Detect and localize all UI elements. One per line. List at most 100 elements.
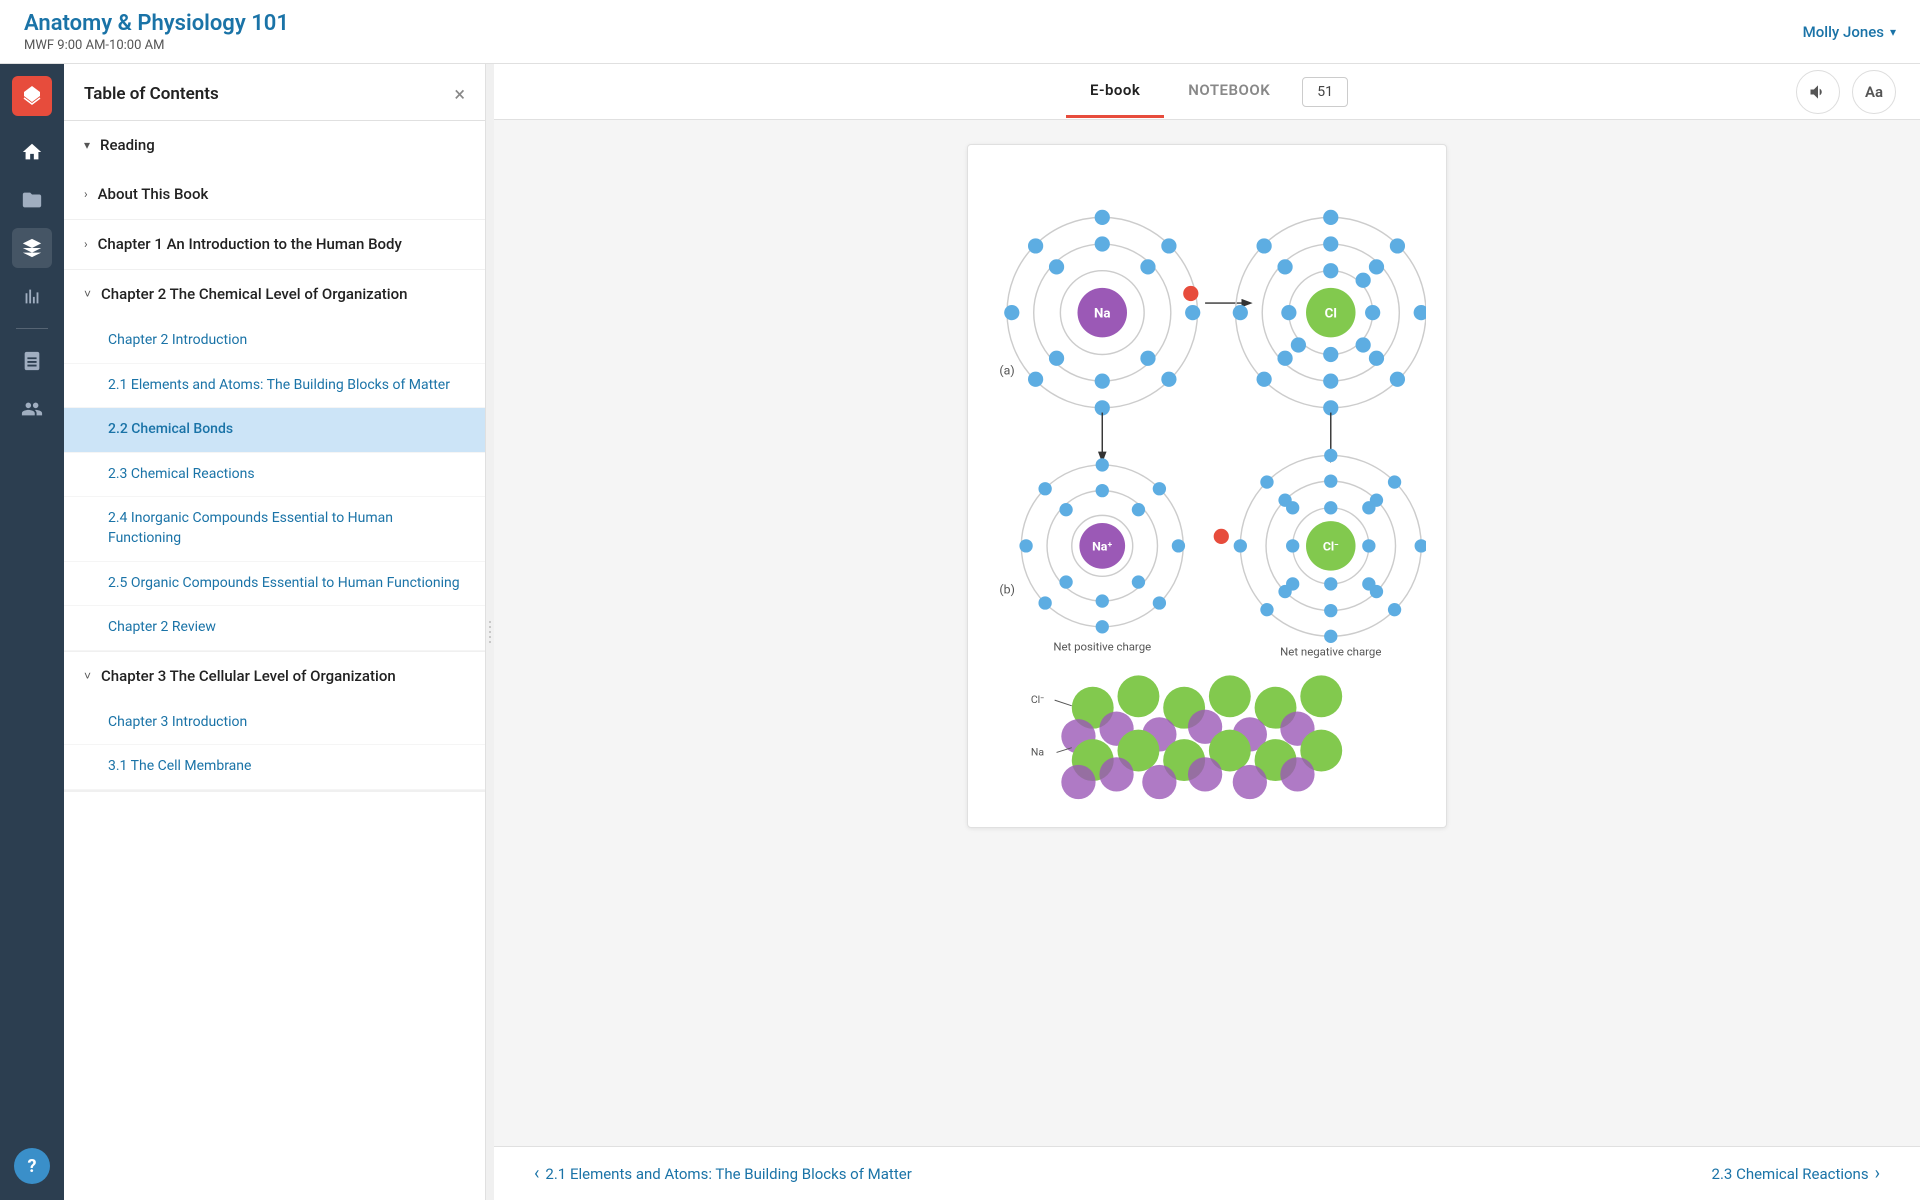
toc-ch2-review[interactable]: Chapter 2 Review <box>64 606 485 651</box>
drag-dot-4 <box>489 636 491 638</box>
ch3-chevron: ˅ <box>84 669 91 683</box>
font-size-btn[interactable]: Aa <box>1852 70 1896 114</box>
content-tabs: E-book NOTEBOOK 51 Aa <box>494 64 1920 120</box>
toc-close-btn[interactable]: × <box>454 84 465 104</box>
toc-ch2-3[interactable]: 2.3 Chemical Reactions <box>64 453 485 498</box>
top-bar: Anatomy & Physiology 101 MWF 9:00 AM-10:… <box>0 0 1920 64</box>
reading-label: Reading <box>100 135 155 156</box>
ch2-5-label: 2.5 Organic Compounds Essential to Human… <box>108 574 460 594</box>
toc-ch1-header[interactable]: › Chapter 1 An Introduction to the Human… <box>64 220 485 269</box>
ch1-chevron: › <box>84 237 88 251</box>
next-nav-label: 2.3 Chemical Reactions <box>1712 1165 1869 1183</box>
next-arrow-icon: › <box>1875 1163 1880 1184</box>
toc-about-header[interactable]: › About This Book <box>64 170 485 219</box>
toc-ch3-1[interactable]: 3.1 The Cell Membrane <box>64 745 485 790</box>
svg-text:Net negative charge: Net negative charge <box>1280 644 1381 658</box>
drag-dots <box>489 621 491 643</box>
svg-text:Cl⁻: Cl⁻ <box>1031 693 1044 706</box>
svg-text:Na⁺: Na⁺ <box>1092 541 1112 555</box>
content-controls: Aa <box>1796 70 1896 114</box>
user-info[interactable]: Molly Jones ▾ <box>1803 23 1896 41</box>
layers-icon <box>21 237 43 259</box>
content-area: E-book NOTEBOOK 51 Aa (a) <box>494 64 1920 1200</box>
ch3-1-label: 3.1 The Cell Membrane <box>108 757 251 777</box>
chart-icon <box>21 285 43 307</box>
sidebar-home-btn[interactable] <box>12 132 52 172</box>
sidebar-people-btn[interactable] <box>12 389 52 429</box>
audio-icon <box>1808 82 1828 102</box>
svg-text:Cl: Cl <box>1325 306 1337 321</box>
next-nav-btn[interactable]: 2.3 Chemical Reactions › <box>1712 1163 1880 1184</box>
ch2-1-label: 2.1 Elements and Atoms: The Building Blo… <box>108 376 450 396</box>
toc-reading-section: ▾ Reading › About This Book › Chapter 1 … <box>64 121 485 792</box>
toc-list: ▾ Reading › About This Book › Chapter 1 … <box>64 121 485 1200</box>
logo-icon <box>20 84 44 108</box>
resize-handle[interactable] <box>486 64 494 1200</box>
toc-ch2-section: ˅ Chapter 2 The Chemical Level of Organi… <box>64 270 485 652</box>
ch3-label: Chapter 3 The Cellular Level of Organiza… <box>101 666 396 687</box>
drag-dot-2 <box>489 626 491 628</box>
sidebar-notebook-btn[interactable] <box>12 341 52 381</box>
reading-chevron: ▾ <box>84 138 90 152</box>
book-page: (a) Na <box>967 144 1447 828</box>
sidebar-divider-1 <box>16 328 48 329</box>
sidebar-chart-btn[interactable] <box>12 276 52 316</box>
ch2-3-label: 2.3 Chemical Reactions <box>108 465 255 485</box>
toc-ch3-section: ˅ Chapter 3 The Cellular Level of Organi… <box>64 652 485 791</box>
audio-btn[interactable] <box>1796 70 1840 114</box>
toc-ch3-intro[interactable]: Chapter 3 Introduction <box>64 701 485 746</box>
book-content: (a) Na <box>494 120 1920 1146</box>
course-info: Anatomy & Physiology 101 MWF 9:00 AM-10:… <box>24 11 289 53</box>
ch1-label: Chapter 1 An Introduction to the Human B… <box>98 234 402 255</box>
course-time: MWF 9:00 AM-10:00 AM <box>24 38 289 53</box>
prev-arrow-icon: ‹ <box>534 1163 539 1184</box>
toc-title: Table of Contents <box>84 84 219 104</box>
drag-dot-5 <box>489 641 491 643</box>
toc-ch2-intro[interactable]: Chapter 2 Introduction <box>64 319 485 364</box>
toc-header: Table of Contents × <box>64 64 485 121</box>
app-logo[interactable] <box>12 76 52 116</box>
ch2-review-label: Chapter 2 Review <box>108 618 216 638</box>
svg-text:Cl⁻: Cl⁻ <box>1323 541 1339 555</box>
ch2-intro-label: Chapter 2 Introduction <box>108 331 247 351</box>
ch3-intro-label: Chapter 3 Introduction <box>108 713 247 733</box>
toc-ch2-header[interactable]: ˅ Chapter 2 The Chemical Level of Organi… <box>64 270 485 319</box>
toc-ch2-1[interactable]: 2.1 Elements and Atoms: The Building Blo… <box>64 364 485 409</box>
course-title: Anatomy & Physiology 101 <box>24 11 289 36</box>
toc-ch1-section: › Chapter 1 An Introduction to the Human… <box>64 220 485 270</box>
drag-dot-3 <box>489 631 491 633</box>
svg-text:(a): (a) <box>999 363 1014 378</box>
prev-nav-label: 2.1 Elements and Atoms: The Building Blo… <box>545 1165 911 1183</box>
atom-diagram: (a) Na <box>988 165 1426 803</box>
sidebar-folder-btn[interactable] <box>12 180 52 220</box>
ch2-chevron: ˅ <box>84 287 91 301</box>
tab-notebook[interactable]: NOTEBOOK <box>1164 65 1294 118</box>
people-icon <box>21 398 43 420</box>
sidebar-layers-btn[interactable] <box>12 228 52 268</box>
ch2-4-label: 2.4 Inorganic Compounds Essential to Hum… <box>108 509 465 548</box>
icon-sidebar: ? <box>0 64 64 1200</box>
main-layout: ? Table of Contents × ▾ Reading › About … <box>0 64 1920 1200</box>
help-button[interactable]: ? <box>14 1148 50 1184</box>
diagram-container: (a) Na <box>988 165 1426 807</box>
toc-ch3-header[interactable]: ˅ Chapter 3 The Cellular Level of Organi… <box>64 652 485 701</box>
tab-ebook[interactable]: E-book <box>1066 65 1164 118</box>
notebook-icon <box>21 350 43 372</box>
toc-ch2-4[interactable]: 2.4 Inorganic Compounds Essential to Hum… <box>64 497 485 561</box>
prev-nav-btn[interactable]: ‹ 2.1 Elements and Atoms: The Building B… <box>534 1163 912 1184</box>
bottom-nav: ‹ 2.1 Elements and Atoms: The Building B… <box>494 1146 1920 1200</box>
svg-text:(b): (b) <box>999 582 1014 597</box>
svg-text:Net positive charge: Net positive charge <box>1053 640 1151 654</box>
drag-dot-1 <box>489 621 491 623</box>
toc-about-section: › About This Book <box>64 170 485 220</box>
ch2-2-label: 2.2 Chemical Bonds <box>108 420 233 440</box>
toc-reading-header[interactable]: ▾ Reading <box>64 121 485 170</box>
about-chevron: › <box>84 187 88 201</box>
about-label: About This Book <box>98 184 209 205</box>
tab-count[interactable]: 51 <box>1302 77 1348 107</box>
user-menu-chevron[interactable]: ▾ <box>1890 25 1896 39</box>
svg-text:Na: Na <box>1094 306 1111 321</box>
toc-ch2-5[interactable]: 2.5 Organic Compounds Essential to Human… <box>64 562 485 607</box>
user-name: Molly Jones <box>1803 23 1884 41</box>
toc-ch2-2[interactable]: 2.2 Chemical Bonds <box>64 408 485 453</box>
